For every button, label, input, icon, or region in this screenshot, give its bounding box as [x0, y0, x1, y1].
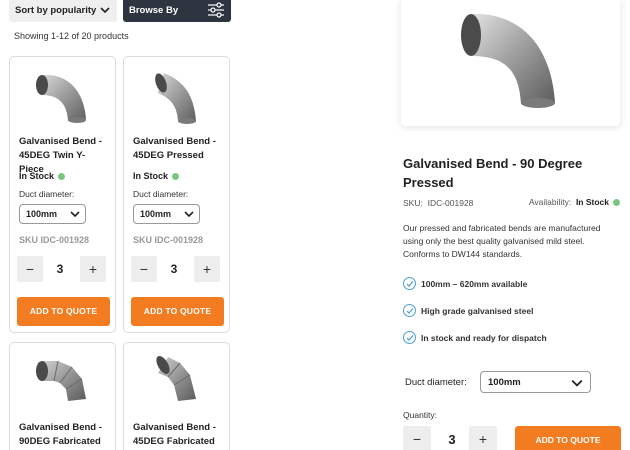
- elbow-pipe-icon: [154, 73, 196, 124]
- quantity-value[interactable]: 3: [46, 262, 74, 276]
- product-card: Galvanised Bend - 90DEG Fabricated: [9, 342, 116, 450]
- product-name[interactable]: Galvanised Bend - 90DEG Fabricated: [19, 421, 109, 449]
- chevron-down-icon: [184, 209, 194, 221]
- feature-text: 100mm – 620mm available: [421, 279, 528, 289]
- quantity-minus-button[interactable]: −: [131, 256, 157, 282]
- segmented-elbow-icon: [35, 360, 86, 401]
- check-circle-icon: [403, 304, 416, 317]
- add-to-quote-button[interactable]: ADD TO QUOTE: [17, 297, 110, 326]
- duct-diameter-value: 100mm: [140, 209, 172, 219]
- duct-diameter-value: 100mm: [26, 209, 58, 219]
- duct-diameter-label: Duct diameter:: [133, 189, 189, 199]
- quantity-plus-button[interactable]: +: [80, 256, 106, 282]
- detail-sku: SKU: IDC-001928: [403, 198, 473, 208]
- product-card: Galvanised Bend - 45DEG Twin Y-Piece In …: [9, 56, 116, 333]
- browse-by-label: Browse By: [129, 5, 179, 16]
- quantity-value[interactable]: 3: [160, 262, 188, 276]
- stock-label: In Stock: [19, 171, 55, 181]
- quantity-value[interactable]: 3: [438, 432, 466, 447]
- chevron-down-icon: [70, 209, 80, 221]
- quantity-plus-button[interactable]: +: [469, 426, 497, 450]
- product-name[interactable]: Galvanised Bend - 45DEG Fabricated: [133, 421, 223, 449]
- product-name[interactable]: Galvanised Bend - 45DEG Pressed: [133, 135, 223, 163]
- availability-label: Availability:: [528, 197, 572, 207]
- product-image[interactable]: [10, 349, 115, 415]
- sort-label: Sort by popularity: [15, 5, 97, 16]
- browse-by-button[interactable]: Browse By: [123, 0, 231, 22]
- product-image[interactable]: [10, 63, 115, 129]
- feature-text: In stock and ready for dispatch: [421, 333, 547, 343]
- availability-value: In Stock: [575, 197, 609, 207]
- page-title: Galvanised Bend - 90 Degree Pressed: [403, 156, 583, 190]
- segmented-elbow-icon: [155, 355, 196, 401]
- stock-status: In Stock: [19, 171, 66, 181]
- product-description: Our pressed and fabricated bends are man…: [403, 223, 601, 259]
- check-circle-icon: [403, 331, 416, 344]
- duct-diameter-select[interactable]: 100mm: [133, 204, 200, 224]
- stock-status: In Stock: [133, 171, 180, 181]
- stock-dot-icon: [58, 173, 66, 180]
- detail-product-image: [401, 0, 620, 126]
- elbow-pipe-icon: [461, 13, 555, 108]
- quantity-plus-button[interactable]: +: [194, 256, 220, 282]
- product-image[interactable]: [124, 349, 229, 415]
- stock-dot-icon: [172, 173, 180, 180]
- duct-diameter-select[interactable]: 100mm: [480, 371, 591, 393]
- stock-dot-icon: [613, 199, 620, 206]
- product-card: Galvanised Bend - 45DEG Pressed In Stock…: [123, 56, 230, 333]
- chevron-down-icon: [571, 377, 583, 392]
- sort-select[interactable]: Sort by popularity: [9, 0, 117, 22]
- sliders-icon: [207, 1, 225, 22]
- quantity-minus-button[interactable]: −: [403, 426, 431, 450]
- quantity-label: Quantity:: [403, 410, 438, 420]
- duct-diameter-value: 100mm: [488, 377, 521, 388]
- results-count: Showing 1-12 of 20 products: [14, 31, 129, 41]
- quantity-minus-button[interactable]: −: [17, 256, 43, 282]
- feature-item: 100mm – 620mm available: [403, 277, 527, 290]
- product-card: Galvanised Bend - 45DEG Fabricated: [123, 342, 230, 450]
- stock-label: In Stock: [133, 171, 169, 181]
- feature-item: High grade galvanised steel: [403, 304, 533, 317]
- chevron-down-icon: [100, 5, 110, 18]
- elbow-pipe-icon: [35, 74, 86, 123]
- sku-label: SKU:: [403, 198, 423, 208]
- availability: Availability: In Stock: [529, 197, 620, 207]
- feature-text: High grade galvanised steel: [421, 306, 534, 316]
- duct-diameter-select[interactable]: 100mm: [19, 204, 86, 224]
- duct-diameter-label: Duct diameter:: [19, 189, 75, 199]
- duct-diameter-label: Duct diameter:: [405, 377, 467, 388]
- product-image[interactable]: [124, 63, 229, 129]
- feature-item: In stock and ready for dispatch: [403, 331, 547, 344]
- sku-text: SKU IDC-001928: [133, 235, 204, 245]
- sku-value: IDC-001928: [427, 198, 474, 208]
- add-to-quote-button[interactable]: ADD TO QUOTE: [131, 297, 224, 326]
- add-to-quote-button[interactable]: ADD TO QUOTE: [515, 426, 621, 450]
- check-circle-icon: [403, 277, 416, 290]
- sku-text: SKU IDC-001928: [19, 235, 90, 245]
